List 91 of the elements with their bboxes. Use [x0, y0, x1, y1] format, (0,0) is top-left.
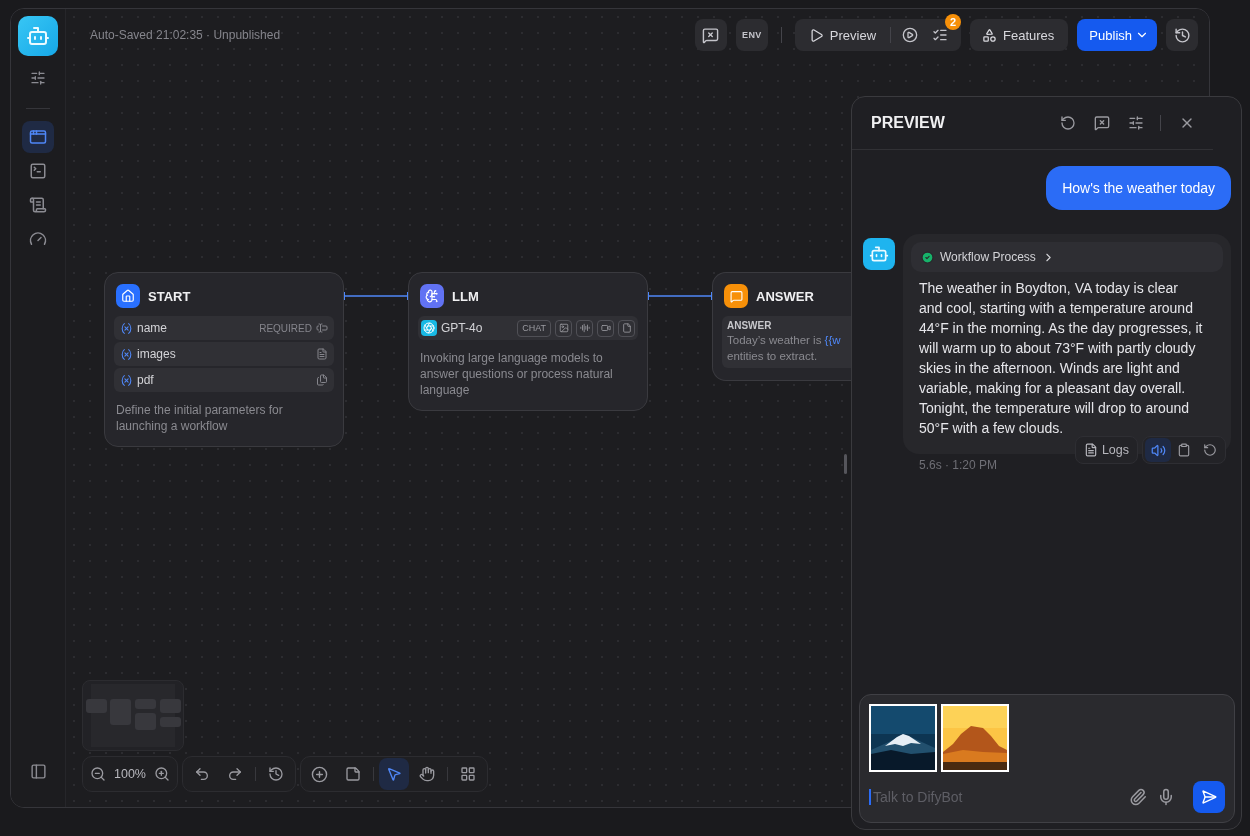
play-circle-icon: [902, 27, 919, 43]
sliders-icon: [30, 70, 46, 86]
file-icon: [618, 319, 635, 337]
audio-icon: [576, 319, 593, 337]
message-meta: 5.6s · 1:20 PM: [919, 458, 999, 472]
send-button[interactable]: [1193, 781, 1225, 813]
variable-icon: [120, 321, 133, 335]
workflow-process-button[interactable]: Workflow Process: [911, 242, 1223, 272]
variable-row[interactable]: pdf: [114, 368, 334, 392]
redo-icon: [227, 766, 243, 782]
bot-avatar: [863, 238, 895, 270]
speaker-button[interactable]: [1145, 438, 1171, 462]
clipboard-icon: [1177, 443, 1191, 457]
microphone-icon[interactable]: [1157, 788, 1175, 806]
history-icon: [1173, 26, 1191, 44]
chat-bubble-icon: [724, 284, 748, 308]
variable-row[interactable]: images: [114, 342, 334, 366]
node-title: LLM: [452, 288, 479, 304]
llm-node[interactable]: LLM GPT-4o CHAT Invoking large language models to answer questions or process natural language: [408, 272, 648, 411]
brain-icon: [420, 284, 444, 308]
answer-text: Today’s weather is {{w entities to extract.: [727, 333, 842, 364]
grid-icon: [460, 766, 476, 782]
node-description: Invoking large language models to answer questions or process natural language: [420, 350, 614, 398]
note-icon: [345, 766, 361, 782]
pointer-tool-button[interactable]: [379, 758, 409, 790]
app-logo[interactable]: [18, 16, 58, 56]
answer-node[interactable]: ANSWER ANSWER Today’s weather is {{w entities to extract.: [712, 272, 852, 381]
restart-icon: [1060, 115, 1076, 131]
model-row[interactable]: GPT-4o CHAT: [418, 316, 638, 340]
features-button[interactable]: Features: [970, 19, 1069, 51]
variable-icon: [120, 347, 133, 361]
play-icon: [808, 27, 824, 43]
mode-tag: CHAT: [517, 319, 551, 337]
required-label: REQUIRED: [259, 322, 312, 334]
answer-label: ANSWER: [727, 320, 773, 331]
aperture-icon: [421, 320, 437, 336]
start-node[interactable]: START name REQUIRED images pdf Define the initial parameters for launching a workflow: [104, 272, 344, 447]
video-icon: [597, 319, 614, 337]
files-icon: [316, 374, 328, 386]
document-icon: [1083, 443, 1098, 457]
terminal-icon: [29, 162, 47, 180]
robot-icon: [26, 24, 50, 48]
undo-icon: [194, 766, 210, 782]
shapes-icon: [982, 27, 998, 43]
logs-button[interactable]: Logs: [1077, 437, 1135, 463]
node-title: START: [148, 288, 191, 304]
variable-icon: [120, 373, 133, 387]
chat-clear-icon: [1094, 115, 1110, 131]
regenerate-icon: [1203, 443, 1217, 457]
zoom-out-icon: [90, 766, 106, 782]
pointer-icon: [386, 766, 402, 782]
hand-icon: [419, 766, 435, 782]
paperclip-icon[interactable]: [1129, 788, 1147, 806]
count-badge: 2: [945, 14, 962, 30]
history-icon: [268, 766, 284, 782]
plus-circle-icon: [311, 765, 329, 783]
resize-handle[interactable]: [844, 454, 847, 474]
publish-button[interactable]: Publish: [1077, 19, 1157, 51]
app-window-icon: [29, 128, 47, 146]
chat-clear-icon: [702, 26, 720, 44]
document-icon: [316, 348, 328, 360]
model-name: GPT-4o: [441, 321, 484, 335]
send-icon: [1201, 789, 1217, 805]
user-message: How's the weather today: [1046, 166, 1231, 210]
sliders-icon: [1128, 115, 1144, 131]
house-icon: [116, 284, 140, 308]
save-status: Auto-Saved 21:02:35 · Unpublished: [90, 28, 282, 42]
checklist-icon: [932, 27, 949, 43]
gauge-icon: [29, 230, 47, 248]
bot-message-text: The weather in Boydton, VA today is clear and cool, starting with a temperature around 44°F in the morning. As the day progresses, it will warm up to about 73°F with partly cloudy skies in the afternoon. Winds are light and variable, making for a pleasant day overall. Tonight, the temperature will drop to around 50°F with a few clouds.: [919, 279, 1204, 438]
clear-chat-button[interactable]: [694, 19, 727, 51]
connector: [647, 292, 713, 300]
variable-name: name: [137, 321, 169, 335]
zoom-in-icon: [154, 766, 170, 782]
node-description: Define the initial parameters for launching a workflow: [116, 402, 284, 434]
panel-left-icon: [29, 762, 47, 780]
speaker-icon: [1150, 442, 1166, 458]
document-icon: [29, 196, 47, 214]
sidebar-item[interactable]: [22, 121, 54, 153]
zoom-level[interactable]: 100%: [112, 767, 148, 781]
node-title: ANSWER: [756, 288, 814, 304]
image-icon: [555, 319, 572, 337]
text-input-icon: [316, 322, 328, 334]
env-button[interactable]: ENV: [735, 19, 768, 51]
panel-title: PREVIEW: [871, 114, 946, 132]
variable-row[interactable]: name REQUIRED: [114, 316, 334, 340]
connector: [343, 292, 409, 300]
preview-button[interactable]: Preview: [798, 19, 887, 51]
variable-name: pdf: [137, 373, 155, 387]
variable-name: images: [137, 347, 177, 361]
version-history-button[interactable]: [1166, 19, 1198, 51]
